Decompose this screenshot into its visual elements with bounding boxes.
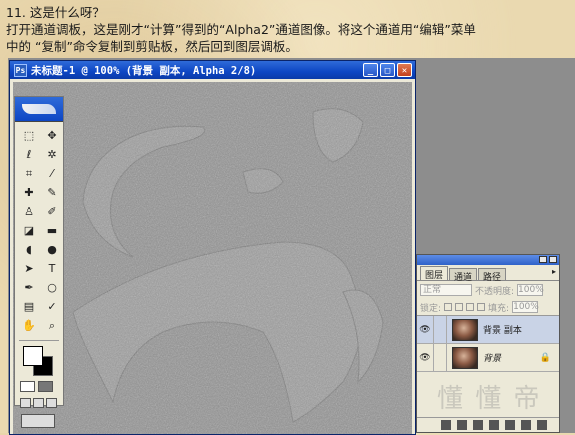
- photoshop-app-icon: Ps: [14, 63, 27, 77]
- lock-label: 锁定:: [420, 303, 442, 314]
- full-screen-menu-button[interactable]: [33, 398, 44, 408]
- lasso-tool-icon[interactable]: ℓ: [19, 146, 39, 163]
- delete-layer-icon[interactable]: [537, 420, 547, 430]
- magic-wand-tool-icon[interactable]: ✲: [42, 146, 62, 163]
- blend-mode-select[interactable]: 正常: [420, 284, 472, 296]
- eyedropper-tool-icon[interactable]: ✓: [42, 298, 62, 315]
- standard-screen-button[interactable]: [20, 398, 31, 408]
- tab-paths[interactable]: 路径: [478, 268, 507, 283]
- palette-close-button[interactable]: [549, 256, 557, 263]
- crop-tool-icon[interactable]: ⌗: [19, 165, 39, 182]
- pen-tool-icon[interactable]: ✒: [19, 279, 39, 296]
- quick-mask-mode-button[interactable]: [38, 381, 53, 392]
- eraser-tool-icon[interactable]: ◪: [19, 222, 39, 239]
- layers-palette: 图层 通道 路径 ▸ 正常 不透明度: 100% 锁定: 填充: 100% 👁 …: [416, 254, 560, 433]
- lock-row: 锁定: 填充: 100%: [417, 299, 559, 316]
- layer-thumbnail: [452, 346, 478, 369]
- tool-grid: ⬚ ✥ ℓ ✲ ⌗ ⁄ ✚ ✎ ♙ ✐ ◪ ▬ ◖ ● ➤ T ✒ ○ ▤ ✓ ✋ ⌕: [15, 122, 63, 337]
- layer-thumbnail: [452, 318, 478, 341]
- lock-image-checkbox[interactable]: [455, 303, 464, 311]
- toolbox-panel: ⬚ ✥ ℓ ✲ ⌗ ⁄ ✚ ✎ ♙ ✐ ◪ ▬ ◖ ● ➤ T ✒ ○ ▤ ✓ ✋ ⌕: [14, 96, 64, 428]
- path-selection-tool-icon[interactable]: ➤: [19, 260, 39, 277]
- notes-tool-icon[interactable]: ▤: [19, 298, 39, 315]
- alpha-channel-image: [13, 82, 412, 434]
- brush-tool-icon[interactable]: ✎: [42, 184, 62, 201]
- adjustment-layer-icon[interactable]: [489, 420, 499, 430]
- tab-channels[interactable]: 通道: [449, 268, 478, 283]
- healing-brush-tool-icon[interactable]: ✚: [19, 184, 39, 201]
- eye-icon[interactable]: 👁: [417, 344, 434, 371]
- blur-tool-icon[interactable]: ◖: [19, 241, 39, 258]
- document-titlebar[interactable]: Ps 未标题-1 @ 100% (背景 副本, Alpha 2/8) _ □ ✕: [10, 61, 415, 79]
- toolbox-header[interactable]: [15, 97, 63, 122]
- tab-layers[interactable]: 图层: [420, 266, 449, 281]
- mask-mode-row: [15, 381, 63, 392]
- tutorial-text: 11. 这是什么呀？ 打开通道调板，这是刚才“计算”得到的“Alpha2”通道图…: [6, 4, 571, 55]
- slice-tool-icon[interactable]: ⁄: [42, 165, 62, 182]
- lock-position-checkbox[interactable]: [466, 303, 475, 311]
- document-window[interactable]: Ps 未标题-1 @ 100% (背景 副本, Alpha 2/8) _ □ ✕: [9, 60, 416, 435]
- tutorial-line-1: 11. 这是什么呀？: [6, 5, 105, 20]
- new-set-icon[interactable]: [505, 420, 515, 430]
- layer-link-cell[interactable]: [434, 344, 447, 371]
- color-swatches: [19, 344, 59, 378]
- watermark-text: 懂 懂 帝: [437, 384, 542, 414]
- palette-titlebar[interactable]: [417, 255, 559, 265]
- lock-icon: 🔒: [539, 352, 551, 363]
- add-mask-icon[interactable]: [473, 420, 483, 430]
- new-layer-icon[interactable]: [521, 420, 531, 430]
- maximize-button[interactable]: □: [380, 63, 395, 77]
- lock-all-checkbox[interactable]: [477, 303, 486, 311]
- tutorial-line-3: 中的 “复制”命令复制到剪贴板，然后回到图层调板。: [6, 39, 298, 54]
- jump-to-imageready-button[interactable]: [21, 414, 55, 428]
- standard-mode-button[interactable]: [20, 381, 35, 392]
- zoom-tool-icon[interactable]: ⌕: [42, 317, 62, 334]
- close-button[interactable]: ✕: [397, 63, 412, 77]
- fill-field[interactable]: 100%: [512, 301, 539, 313]
- opacity-field[interactable]: 100%: [517, 284, 544, 296]
- blend-row: 正常 不透明度: 100%: [417, 281, 559, 299]
- minimize-button[interactable]: _: [363, 63, 378, 77]
- dodge-tool-icon[interactable]: ●: [42, 241, 62, 258]
- document-canvas[interactable]: [13, 82, 412, 434]
- foreground-color-swatch[interactable]: [23, 346, 43, 366]
- layer-name: 背景: [483, 354, 502, 364]
- lock-transparency-checkbox[interactable]: [444, 303, 453, 311]
- feather-logo-icon: [22, 104, 56, 114]
- hand-tool-icon[interactable]: ✋: [19, 317, 39, 334]
- layer-row-background[interactable]: 👁 背景 🔒: [417, 344, 559, 372]
- shape-tool-icon[interactable]: ○: [42, 279, 62, 296]
- layer-row-background-copy[interactable]: 👁 背景 副本: [417, 316, 559, 344]
- window-controls: _ □ ✕: [363, 63, 412, 77]
- history-brush-tool-icon[interactable]: ✐: [42, 203, 62, 220]
- layer-style-icon[interactable]: [457, 420, 467, 430]
- eye-icon[interactable]: 👁: [417, 316, 434, 343]
- opacity-label: 不透明度:: [475, 286, 515, 297]
- document-title: 未标题-1 @ 100% (背景 副本, Alpha 2/8): [31, 64, 257, 77]
- fill-label: 填充:: [488, 303, 510, 314]
- layer-name: 背景 副本: [483, 326, 522, 336]
- clone-stamp-tool-icon[interactable]: ♙: [19, 203, 39, 220]
- link-layers-icon[interactable]: [441, 420, 451, 430]
- type-tool-icon[interactable]: T: [42, 260, 62, 277]
- full-screen-button[interactable]: [46, 398, 57, 408]
- palette-footer: [417, 417, 559, 432]
- marquee-tool-icon[interactable]: ⬚: [19, 127, 39, 144]
- toolbox-divider: [19, 340, 59, 341]
- screen-mode-row: [15, 398, 63, 408]
- layer-link-cell[interactable]: [434, 316, 447, 343]
- move-tool-icon[interactable]: ✥: [42, 127, 62, 144]
- palette-minimize-button[interactable]: [539, 256, 547, 263]
- gradient-tool-icon[interactable]: ▬: [42, 222, 62, 239]
- palette-tabs: 图层 通道 路径 ▸: [417, 265, 559, 283]
- tutorial-line-2: 打开通道调板，这是刚才“计算”得到的“Alpha2”通道图像。将这个通道用“编辑…: [6, 22, 476, 37]
- palette-menu-arrow-icon[interactable]: ▸: [552, 267, 556, 276]
